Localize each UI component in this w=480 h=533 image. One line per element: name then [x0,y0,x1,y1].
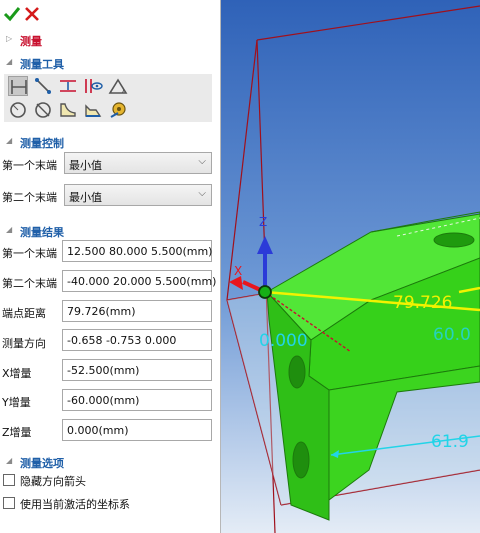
dz-field[interactable]: 0.000(mm) [62,419,212,441]
hide-arrow-label: 隐藏方向箭头 [20,475,86,488]
edge-measure-icon [85,104,102,117]
circle-measure-icon [10,102,26,118]
tape-measure-button[interactable] [108,100,128,120]
chevron-down-icon: ⌵ [198,188,206,199]
dy-label: Y增量 [2,396,31,409]
use-active-cs-checkbox[interactable] [3,497,15,509]
second-end-control-label: 第二个末端 [2,191,57,204]
angle-tool-button[interactable] [108,76,128,96]
distance-label: 端点距离 [2,307,46,320]
chevron-down-icon: ⌵ [198,156,206,167]
tape-measure-icon [110,102,126,118]
distance-annotation: 79.726 [393,293,452,313]
second-end-select[interactable]: 最小值 ⌵ [64,184,212,206]
section-measure-results[interactable]: ◢ 测量结果 [0,223,220,241]
point-to-line-button[interactable] [33,76,53,96]
second-end-result-field[interactable]: -40.000 20.000 5.500(mm) [62,270,216,292]
dx-annotation: 61.9 [431,432,469,452]
section-measure-options[interactable]: ◢ 测量选项 [0,454,220,472]
origin-point-icon [258,285,272,299]
dz-annotation: 0.000 [259,331,308,351]
dz-label: Z增量 [2,426,32,439]
distance-tool-icon [11,80,27,94]
expand-arrow-icon: ▷ [6,34,13,43]
measure-panel: ▷ 测量 ◢ 测量工具 ◢ 测量控制 第一个末端 最小值 ⌵ 第二个末端 最小值… [0,0,221,533]
second-end-result-label: 第二个末端 [2,277,57,290]
visibility-distance-button[interactable] [83,76,103,96]
circle-measure-button[interactable] [8,100,28,120]
use-active-cs-label: 使用当前激活的坐标系 [20,498,130,511]
panel-toolbar [0,0,220,28]
3d-viewport[interactable]: 79.726 0.000 60.0 61.9 Z X [221,0,480,533]
distance-tool-button[interactable] [8,76,28,96]
min-distance-icon [60,80,76,92]
first-end-result-field[interactable]: 12.500 80.000 5.500(mm) [62,240,212,262]
dx-label: X增量 [2,367,32,380]
ok-button[interactable] [2,4,22,24]
x-axis-label: X [234,264,242,278]
section-measure-control[interactable]: ◢ 测量控制 [0,134,220,152]
point-to-line-icon [35,78,51,94]
min-distance-button[interactable] [58,76,78,96]
diameter-measure-icon [35,102,51,118]
close-icon [25,7,39,21]
dx-field[interactable]: -52.500(mm) [62,359,212,381]
first-end-control-label: 第一个末端 [2,159,57,172]
viewport-canvas[interactable]: 79.726 0.000 60.0 61.9 Z X [221,0,480,533]
dy-field[interactable]: -60.000(mm) [62,389,212,411]
hide-arrow-checkbox[interactable] [3,474,15,486]
angle-tool-icon [108,78,128,94]
direction-label: 测量方向 [2,337,46,350]
check-icon [3,7,21,22]
cancel-button[interactable] [22,4,42,24]
first-end-select[interactable]: 最小值 ⌵ [64,152,212,174]
collapse-arrow-icon: ◢ [6,225,13,234]
area-measure-button[interactable] [58,100,78,120]
measure-toolbox [4,74,212,122]
collapse-arrow-icon: ◢ [6,136,13,145]
first-end-result-label: 第一个末端 [2,247,57,260]
dy-annotation: 60.0 [433,325,471,345]
diameter-measure-button[interactable] [33,100,53,120]
z-axis-label: Z [259,215,267,229]
collapse-arrow-icon: ◢ [6,57,13,66]
visibility-distance-icon [85,79,103,93]
distance-field[interactable]: 79.726(mm) [62,300,212,322]
edge-measure-button[interactable] [83,100,103,120]
direction-field[interactable]: -0.658 -0.753 0.000 [62,329,212,351]
section-measure-tools[interactable]: ◢ 测量工具 [0,55,220,73]
section-measure[interactable]: ▷ 测量 [0,32,220,50]
area-measure-icon [60,103,76,117]
collapse-arrow-icon: ◢ [6,456,13,465]
